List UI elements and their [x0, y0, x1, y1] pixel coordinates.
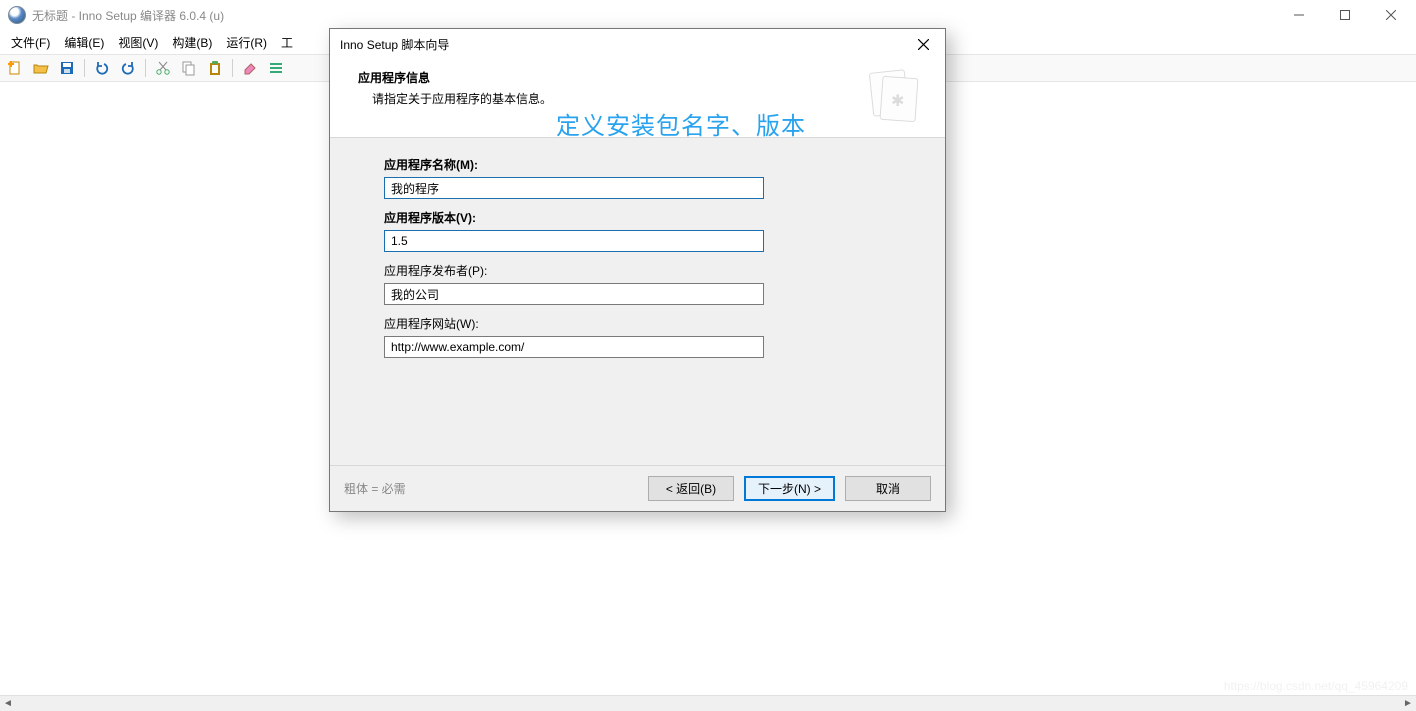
toolbar-separator — [145, 59, 146, 77]
horizontal-scrollbar[interactable]: ◄ ► — [0, 695, 1416, 711]
next-button[interactable]: 下一步(N) > — [744, 476, 835, 501]
window-title: 无标题 - Inno Setup 编译器 6.0.4 (u) — [32, 7, 1276, 24]
app-website-label: 应用程序网站(W): — [384, 315, 897, 332]
toolbar-separator — [84, 59, 85, 77]
watermark: https://blog.csdn.net/qq_45964209 — [1224, 679, 1408, 693]
dialog-titlebar: Inno Setup 脚本向导 — [330, 29, 945, 59]
dialog-subheading: 请指定关于应用程序的基本信息。 — [358, 90, 867, 107]
app-version-label: 应用程序版本(V): — [384, 209, 897, 226]
dialog-title: Inno Setup 脚本向导 — [340, 36, 903, 53]
back-button[interactable]: < 返回(B) — [648, 476, 734, 501]
paste-icon[interactable] — [204, 57, 226, 79]
save-icon[interactable] — [56, 57, 78, 79]
list-icon[interactable] — [265, 57, 287, 79]
minimize-button[interactable] — [1276, 0, 1322, 30]
app-name-input[interactable] — [384, 177, 764, 199]
close-button[interactable] — [1368, 0, 1414, 30]
menu-build[interactable]: 构建(B) — [165, 30, 219, 55]
undo-icon[interactable] — [91, 57, 113, 79]
document-icon: ✱ — [867, 69, 923, 125]
menu-run[interactable]: 运行(R) — [219, 30, 274, 55]
app-website-input[interactable] — [384, 336, 764, 358]
cut-icon[interactable] — [152, 57, 174, 79]
dialog-heading: 应用程序信息 — [358, 69, 867, 86]
redo-icon[interactable] — [117, 57, 139, 79]
dialog-header: 应用程序信息 请指定关于应用程序的基本信息。 ✱ 定义安装包名字、版本 — [330, 59, 945, 138]
menu-file[interactable]: 文件(F) — [4, 30, 57, 55]
dialog-close-button[interactable] — [903, 30, 943, 58]
dialog-body: 应用程序名称(M): 应用程序版本(V): 应用程序发布者(P): 应用程序网站… — [330, 138, 945, 465]
scroll-right-icon[interactable]: ► — [1400, 696, 1416, 711]
new-icon[interactable] — [4, 57, 26, 79]
app-icon — [8, 6, 26, 24]
copy-icon[interactable] — [178, 57, 200, 79]
annotation-overlay: 定义安装包名字、版本 — [556, 106, 806, 141]
app-version-input[interactable] — [384, 230, 764, 252]
app-publisher-input[interactable] — [384, 283, 764, 305]
menu-edit[interactable]: 编辑(E) — [57, 30, 111, 55]
eraser-icon[interactable] — [239, 57, 261, 79]
required-note: 粗体 = 必需 — [344, 480, 406, 497]
app-name-label: 应用程序名称(M): — [384, 156, 897, 173]
scroll-left-icon[interactable]: ◄ — [0, 696, 16, 711]
wizard-dialog: Inno Setup 脚本向导 应用程序信息 请指定关于应用程序的基本信息。 ✱… — [329, 28, 946, 512]
menu-view[interactable]: 视图(V) — [111, 30, 165, 55]
toolbar-separator — [232, 59, 233, 77]
menu-tools[interactable]: 工 — [274, 30, 300, 55]
open-icon[interactable] — [30, 57, 52, 79]
app-publisher-label: 应用程序发布者(P): — [384, 262, 897, 279]
cancel-button[interactable]: 取消 — [845, 476, 931, 501]
maximize-button[interactable] — [1322, 0, 1368, 30]
titlebar: 无标题 - Inno Setup 编译器 6.0.4 (u) — [0, 0, 1416, 30]
dialog-footer: 粗体 = 必需 < 返回(B) 下一步(N) > 取消 — [330, 465, 945, 511]
